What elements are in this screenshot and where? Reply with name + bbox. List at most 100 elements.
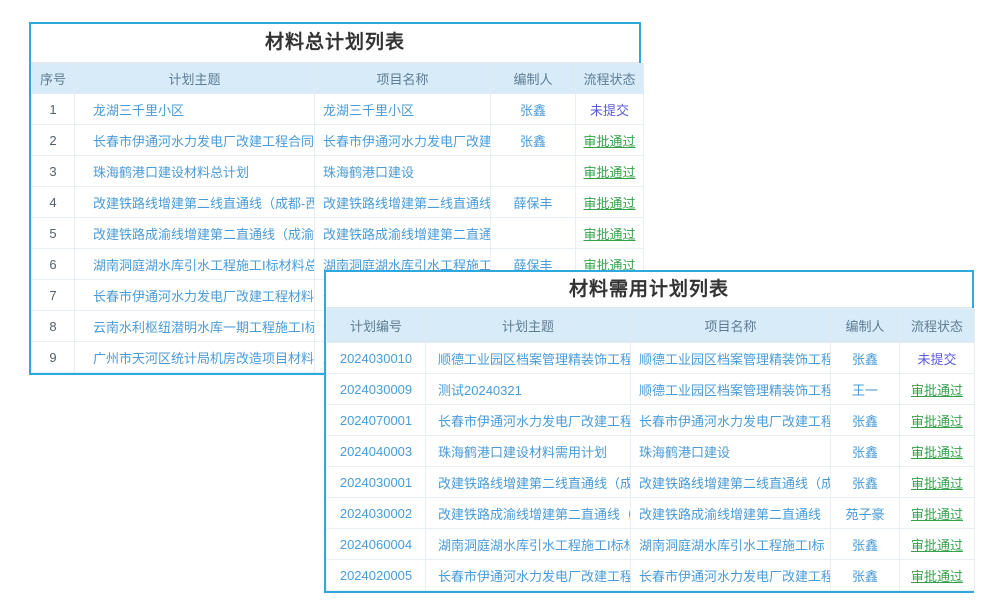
plan-subject-link[interactable]: 测试20240321	[426, 374, 631, 405]
status-link[interactable]: 审批通过	[576, 218, 644, 249]
table-row: 4 改建铁路线增建第二线直通线（成都-西安）... 改建铁路线增建第二线直通线（…	[32, 187, 644, 218]
author-name: 张鑫	[831, 405, 900, 436]
demand-col-author: 编制人	[831, 309, 900, 343]
project-name-link[interactable]: 改建铁路成渝线增建第二直通线...	[315, 218, 491, 249]
project-name-link[interactable]: 改建铁路成渝线增建第二直通线（成...	[631, 498, 831, 529]
status-link[interactable]: 审批通过	[900, 498, 975, 529]
project-name-link[interactable]: 长春市伊通河水力发电厂改建工程	[631, 405, 831, 436]
status-link[interactable]: 审批通过	[576, 156, 644, 187]
plan-number-link[interactable]: 2024040003	[327, 436, 426, 467]
page-background: 材料总计划列表 序号 计划主题 项目名称 编制人 流程状态 1 龙湖三千里小区 …	[0, 0, 1000, 600]
table-row: 2024020005 长春市伊通河水力发电厂改建工程材... 长春市伊通河水力发…	[327, 560, 975, 591]
author-name: 苑子豪	[831, 498, 900, 529]
plan-number-link[interactable]: 2024030001	[327, 467, 426, 498]
table-row: 1 龙湖三千里小区 龙湖三千里小区 张鑫 未提交	[32, 94, 644, 125]
plan-subject-link[interactable]: 珠海鹤港口建设材料总计划	[75, 156, 315, 187]
plan-subject-link[interactable]: 改建铁路线增建第二线直通线（成都-西安）...	[75, 187, 315, 218]
project-name-link[interactable]: 顺德工业园区档案管理精装饰工程（...	[631, 343, 831, 374]
author-name: 王一	[831, 374, 900, 405]
plan-number-link[interactable]: 2024020005	[327, 560, 426, 591]
status-link[interactable]: 审批通过	[900, 374, 975, 405]
project-name-link[interactable]: 改建铁路线增建第二线直通线（成都...	[631, 467, 831, 498]
plan-subject-link[interactable]: 改建铁路成渝线增建第二直通线（成渝枢纽...	[75, 218, 315, 249]
row-seq: 9	[32, 342, 75, 373]
status-link[interactable]: 审批通过	[576, 125, 644, 156]
demand-col-status: 流程状态	[900, 309, 975, 343]
author-name	[491, 156, 576, 187]
project-name-link[interactable]: 改建铁路线增建第二线直通线（...	[315, 187, 491, 218]
demand-plan-title: 材料需用计划列表	[326, 272, 972, 308]
demand-plan-table: 计划编号 计划主题 项目名称 编制人 流程状态 2024030010 顺德工业园…	[326, 308, 975, 591]
table-row: 2024030002 改建铁路成渝线增建第二直通线（成... 改建铁路成渝线增建…	[327, 498, 975, 529]
project-name-link[interactable]: 湖南洞庭湖水库引水工程施工I标	[631, 529, 831, 560]
master-col-seq: 序号	[32, 64, 75, 94]
row-seq: 8	[32, 311, 75, 342]
row-seq: 4	[32, 187, 75, 218]
author-name: 张鑫	[491, 125, 576, 156]
table-row: 2024030001 改建铁路线增建第二线直通线（成都... 改建铁路线增建第二…	[327, 467, 975, 498]
plan-subject-link[interactable]: 顺德工业园区档案管理精装饰工程（...	[426, 343, 631, 374]
plan-subject-link[interactable]: 长春市伊通河水力发电厂改建工程材...	[426, 560, 631, 591]
author-name: 张鑫	[831, 467, 900, 498]
status-link[interactable]: 未提交	[576, 94, 644, 125]
master-col-author: 编制人	[491, 64, 576, 94]
plan-subject-link[interactable]: 改建铁路成渝线增建第二直通线（成...	[426, 498, 631, 529]
project-name-link[interactable]: 长春市伊通河水力发电厂改建工程	[631, 560, 831, 591]
master-col-subject: 计划主题	[75, 64, 315, 94]
project-name-link[interactable]: 珠海鹤港口建设	[631, 436, 831, 467]
master-col-status: 流程状态	[576, 64, 644, 94]
row-seq: 1	[32, 94, 75, 125]
plan-subject-link[interactable]: 龙湖三千里小区	[75, 94, 315, 125]
table-row: 5 改建铁路成渝线增建第二直通线（成渝枢纽... 改建铁路成渝线增建第二直通线.…	[32, 218, 644, 249]
plan-subject-link[interactable]: 广州市天河区统计局机房改造项目材料总计划	[75, 342, 315, 373]
author-name: 张鑫	[491, 94, 576, 125]
project-name-link[interactable]: 顺德工业园区档案管理精装饰工程（...	[631, 374, 831, 405]
table-row: 3 珠海鹤港口建设材料总计划 珠海鹤港口建设 审批通过	[32, 156, 644, 187]
status-link[interactable]: 审批通过	[900, 560, 975, 591]
plan-number-link[interactable]: 2024030010	[327, 343, 426, 374]
master-plan-title: 材料总计划列表	[31, 24, 639, 63]
plan-number-link[interactable]: 2024030002	[327, 498, 426, 529]
plan-number-link[interactable]: 2024070001	[327, 405, 426, 436]
project-name-link[interactable]: 长春市伊通河水力发电厂改建工程	[315, 125, 491, 156]
plan-number-link[interactable]: 2024060004	[327, 529, 426, 560]
demand-col-plan-no: 计划编号	[327, 309, 426, 343]
row-seq: 7	[32, 280, 75, 311]
master-col-project: 项目名称	[315, 64, 491, 94]
demand-col-subject: 计划主题	[426, 309, 631, 343]
row-seq: 5	[32, 218, 75, 249]
status-link[interactable]: 审批通过	[576, 187, 644, 218]
demand-col-project: 项目名称	[631, 309, 831, 343]
plan-subject-link[interactable]: 长春市伊通河水力发电厂改建工程合同材料...	[75, 125, 315, 156]
status-link[interactable]: 审批通过	[900, 467, 975, 498]
status-link[interactable]: 未提交	[900, 343, 975, 374]
author-name: 张鑫	[831, 560, 900, 591]
demand-plan-panel: 材料需用计划列表 计划编号 计划主题 项目名称 编制人 流程状态 2024030…	[324, 270, 974, 593]
row-seq: 6	[32, 249, 75, 280]
plan-subject-link[interactable]: 湖南洞庭湖水库引水工程施工I标材料总计划	[75, 249, 315, 280]
table-row: 2024030010 顺德工业园区档案管理精装饰工程（... 顺德工业园区档案管…	[327, 343, 975, 374]
plan-subject-link[interactable]: 湖南洞庭湖水库引水工程施工I标材...	[426, 529, 631, 560]
row-seq: 2	[32, 125, 75, 156]
demand-header-row: 计划编号 计划主题 项目名称 编制人 流程状态	[327, 309, 975, 343]
plan-subject-link[interactable]: 云南水利枢纽潜明水库一期工程施工I标材料...	[75, 311, 315, 342]
author-name: 张鑫	[831, 529, 900, 560]
plan-number-link[interactable]: 2024030009	[327, 374, 426, 405]
table-row: 2024070001 长春市伊通河水力发电厂改建工程合... 长春市伊通河水力发…	[327, 405, 975, 436]
plan-subject-link[interactable]: 长春市伊通河水力发电厂改建工程材料总计划	[75, 280, 315, 311]
status-link[interactable]: 审批通过	[900, 405, 975, 436]
project-name-link[interactable]: 珠海鹤港口建设	[315, 156, 491, 187]
master-header-row: 序号 计划主题 项目名称 编制人 流程状态	[32, 64, 644, 94]
project-name-link[interactable]: 龙湖三千里小区	[315, 94, 491, 125]
table-row: 2024040003 珠海鹤港口建设材料需用计划 珠海鹤港口建设 张鑫 审批通过	[327, 436, 975, 467]
author-name: 薛保丰	[491, 187, 576, 218]
author-name: 张鑫	[831, 436, 900, 467]
table-row: 2 长春市伊通河水力发电厂改建工程合同材料... 长春市伊通河水力发电厂改建工程…	[32, 125, 644, 156]
status-link[interactable]: 审批通过	[900, 436, 975, 467]
table-row: 2024030009 测试20240321 顺德工业园区档案管理精装饰工程（..…	[327, 374, 975, 405]
plan-subject-link[interactable]: 珠海鹤港口建设材料需用计划	[426, 436, 631, 467]
author-name	[491, 218, 576, 249]
plan-subject-link[interactable]: 长春市伊通河水力发电厂改建工程合...	[426, 405, 631, 436]
status-link[interactable]: 审批通过	[900, 529, 975, 560]
plan-subject-link[interactable]: 改建铁路线增建第二线直通线（成都...	[426, 467, 631, 498]
